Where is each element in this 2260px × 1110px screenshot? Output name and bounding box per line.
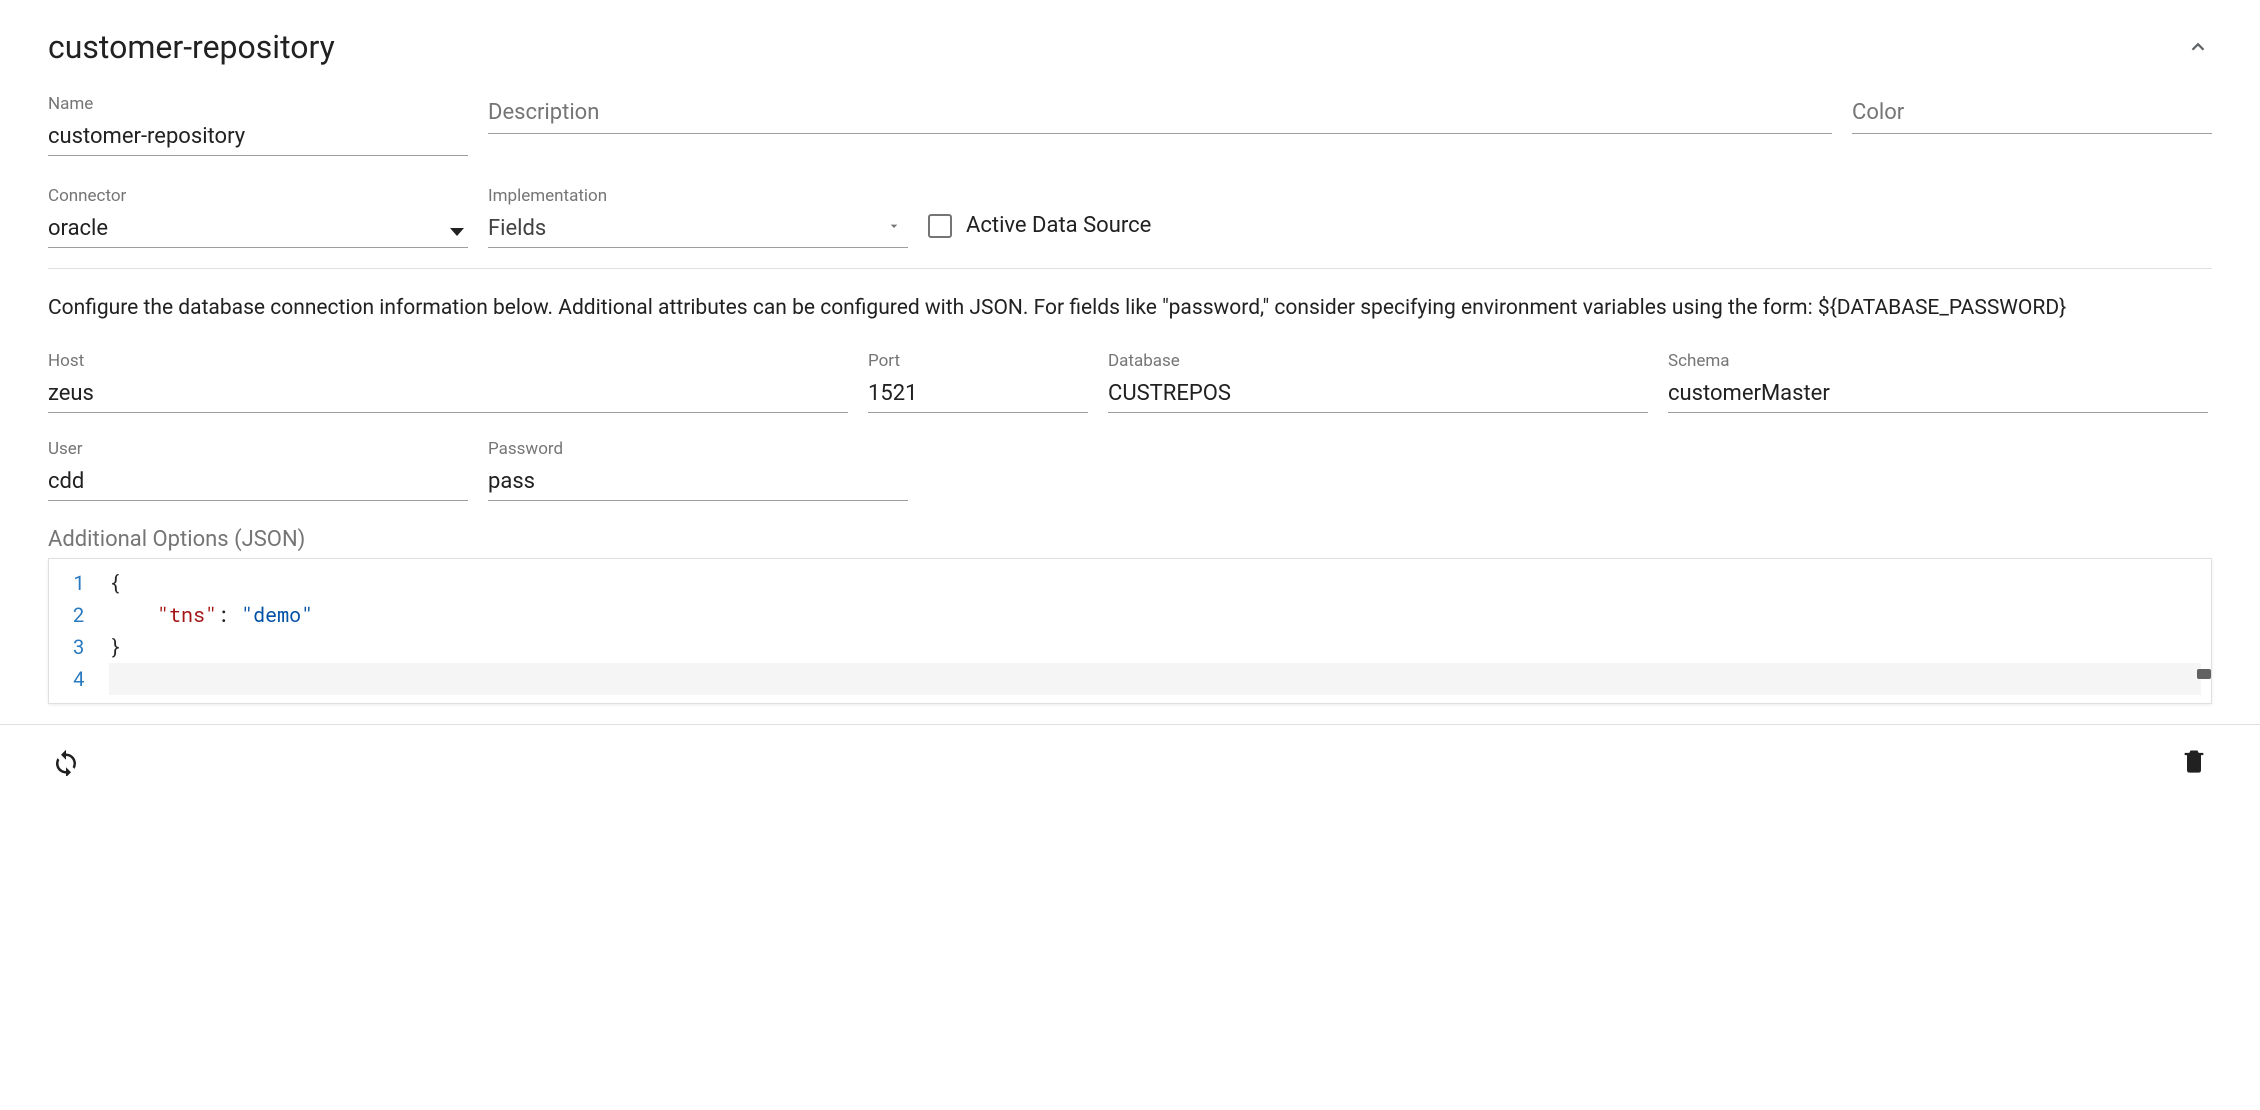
user-field-wrap: User — [48, 439, 468, 501]
password-field-wrap: Password — [488, 439, 908, 501]
json-body[interactable]: { "tns": "demo" } — [99, 559, 2211, 703]
dropdown-caret-icon — [450, 228, 464, 236]
line-number: 2 — [73, 599, 85, 631]
connector-label: Connector — [48, 186, 468, 206]
json-editor[interactable]: 1 2 3 4 { "tns": "demo" } — [48, 558, 2212, 704]
help-text: Configure the database connection inform… — [48, 293, 2212, 325]
password-label: Password — [488, 439, 908, 459]
password-input[interactable] — [488, 465, 908, 501]
name-label: Name — [48, 94, 468, 114]
panel-title: customer-repository — [48, 28, 335, 66]
row-basic: Name Description Color — [48, 94, 2212, 156]
host-input[interactable] — [48, 377, 848, 413]
json-value: "demo" — [241, 602, 313, 628]
collapse-icon[interactable] — [2184, 33, 2212, 61]
port-label: Port — [868, 351, 1088, 371]
description-input[interactable]: Description — [488, 94, 1832, 134]
refresh-button[interactable] — [48, 743, 84, 779]
host-label: Host — [48, 351, 848, 371]
panel-header: customer-repository — [48, 28, 2212, 66]
port-input[interactable] — [868, 377, 1088, 413]
delete-button[interactable] — [2176, 743, 2212, 779]
data-source-panel: customer-repository Name Description Col… — [0, 0, 2260, 724]
implementation-field-wrap: Implementation Fields — [488, 186, 908, 248]
json-label: Additional Options (JSON) — [48, 527, 2212, 552]
active-checkbox[interactable] — [928, 214, 952, 238]
schema-field-wrap: Schema — [1668, 351, 2208, 413]
database-field-wrap: Database — [1108, 351, 1648, 413]
schema-input[interactable] — [1668, 377, 2208, 413]
dropdown-caret-icon — [886, 218, 902, 238]
color-field-wrap: Color — [1852, 94, 2212, 156]
line-number: 1 — [73, 567, 85, 599]
refresh-icon — [51, 746, 81, 776]
trash-icon — [2180, 747, 2208, 775]
implementation-select[interactable]: Fields — [488, 212, 908, 248]
name-field-wrap: Name — [48, 94, 468, 156]
description-placeholder: Description — [488, 100, 599, 125]
color-placeholder: Color — [1852, 100, 1904, 125]
user-label: User — [48, 439, 468, 459]
implementation-label: Implementation — [488, 186, 908, 206]
line-number: 4 — [73, 663, 85, 695]
active-checkbox-label: Active Data Source — [966, 213, 1151, 238]
name-input[interactable] — [48, 120, 468, 156]
footer-toolbar — [0, 724, 2260, 797]
row-credentials: User Password — [48, 439, 2212, 501]
row-connector: Connector oracle Implementation Fields A… — [48, 186, 2212, 248]
active-checkbox-wrap: Active Data Source — [928, 213, 2212, 248]
host-field-wrap: Host — [48, 351, 848, 413]
user-input[interactable] — [48, 465, 468, 501]
database-input[interactable] — [1108, 377, 1648, 413]
color-input[interactable]: Color — [1852, 94, 2212, 134]
connector-field-wrap: Connector oracle — [48, 186, 468, 248]
json-key: "tns" — [157, 602, 217, 628]
schema-label: Schema — [1668, 351, 2208, 371]
scrollbar-handle[interactable] — [2197, 669, 2211, 679]
section-divider — [48, 268, 2212, 269]
json-gutter: 1 2 3 4 — [49, 559, 99, 703]
connector-select[interactable]: oracle — [48, 212, 468, 248]
description-field-wrap: Description — [488, 94, 1832, 156]
line-number: 3 — [73, 631, 85, 663]
row-connection: Host Port Database Schema — [48, 351, 2212, 413]
database-label: Database — [1108, 351, 1648, 371]
port-field-wrap: Port — [868, 351, 1088, 413]
